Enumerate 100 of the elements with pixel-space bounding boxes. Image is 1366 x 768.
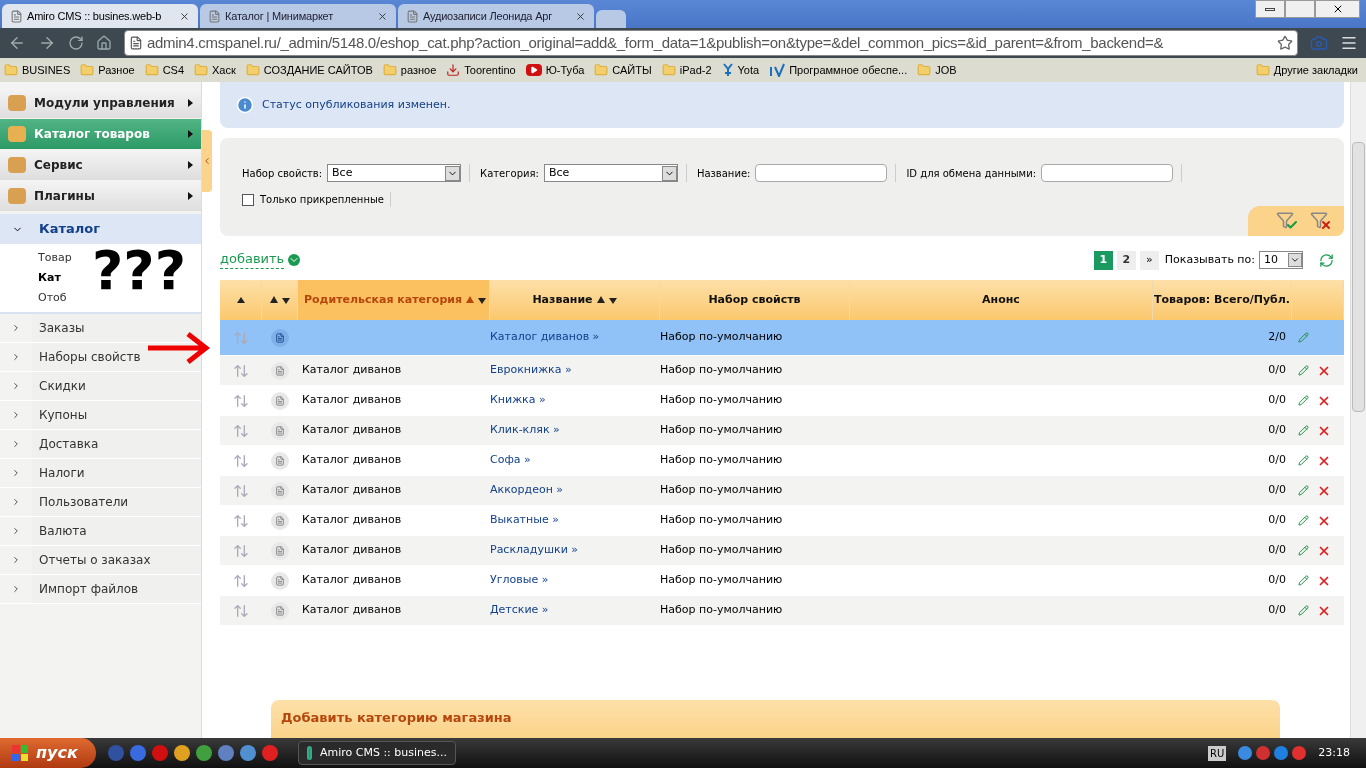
reset-filter-icon[interactable]	[1310, 211, 1332, 231]
forward-icon[interactable]	[38, 34, 56, 52]
document-icon[interactable]	[271, 571, 289, 590]
bookmark[interactable]: Программное обеспе...	[769, 61, 908, 79]
bookmark[interactable]: разное	[382, 61, 437, 79]
scrollbar[interactable]	[1350, 82, 1366, 738]
document-icon[interactable]	[271, 481, 289, 500]
document-icon[interactable]	[271, 421, 289, 440]
browser-tab[interactable]: Аудиозаписи Леонида Арг	[398, 4, 594, 28]
quick-launch-icon[interactable]	[174, 745, 190, 761]
category-link[interactable]: Детские »	[490, 603, 549, 617]
taskbar-button[interactable]: Amiro CMS :: busines...	[298, 741, 456, 765]
table-row[interactable]: Каталог диванов Аккордеон » Набор по-умолчанию 0/0	[220, 476, 1344, 506]
bookmark[interactable]: Ю-Туба	[525, 61, 585, 79]
close-icon[interactable]	[575, 10, 586, 22]
reload-icon[interactable]	[68, 35, 84, 51]
table-row[interactable]: Каталог диванов Детские » Набор по-умолчанию 0/0	[220, 596, 1344, 626]
drag-icon[interactable]	[233, 482, 249, 499]
category-link[interactable]: Аккордеон »	[490, 483, 564, 497]
bookmark[interactable]: СОЗДАНИЕ САЙТОВ	[245, 61, 373, 79]
tray-icon[interactable]	[1274, 746, 1289, 760]
sort-icon[interactable]	[596, 296, 617, 304]
document-icon[interactable]	[271, 361, 289, 380]
document-icon[interactable]	[271, 601, 289, 620]
filter-input[interactable]	[1041, 164, 1173, 182]
drag-icon[interactable]	[233, 392, 249, 409]
edit-icon[interactable]	[1298, 425, 1309, 436]
browser-tab[interactable]: Amiro CMS :: busines.web-b	[2, 4, 198, 28]
drag-icon[interactable]	[233, 602, 249, 619]
edit-icon[interactable]	[1298, 455, 1309, 466]
edit-icon[interactable]	[1298, 485, 1309, 496]
new-tab-button[interactable]	[596, 10, 626, 28]
document-icon[interactable]	[271, 451, 289, 470]
edit-icon[interactable]	[1298, 575, 1309, 586]
address-bar[interactable]: admin4.cmspanel.ru/_admin/5148.0/eshop_cat.php?action_original=add&_form_data=1&publish=on&type=&del_common_pics=&id_parent=&from_backend=&	[124, 30, 1298, 56]
bookmark[interactable]: iPad-2	[661, 61, 712, 79]
table-row[interactable]: Каталог диванов Раскладушки » Набор по-умолчанию 0/0	[220, 536, 1344, 566]
page-button[interactable]: 1	[1093, 250, 1113, 270]
sort-icon[interactable]	[269, 296, 290, 304]
close-button[interactable]	[1315, 0, 1360, 18]
category-link[interactable]: Раскладушки »	[490, 543, 579, 557]
bookmark[interactable]: САЙТЫ	[594, 61, 652, 79]
back-icon[interactable]	[8, 34, 26, 52]
close-icon[interactable]	[179, 10, 190, 22]
category-link[interactable]: Еврокнижка »	[490, 363, 572, 377]
edit-icon[interactable]	[1298, 395, 1309, 406]
document-icon[interactable]	[271, 328, 289, 347]
close-icon[interactable]	[377, 10, 388, 22]
quick-launch-icon[interactable]	[262, 745, 278, 761]
quick-launch-icon[interactable]	[130, 745, 146, 761]
edit-icon[interactable]	[1298, 515, 1309, 526]
bookmark[interactable]: CS4	[144, 61, 185, 79]
quick-launch-icon[interactable]	[240, 745, 256, 761]
quick-launch-icon[interactable]	[218, 745, 234, 761]
table-row[interactable]: Каталог диванов » Набор по-умолчанию 2/0	[220, 320, 1344, 356]
filter-select[interactable]: Все	[327, 164, 462, 182]
bookmark[interactable]: Хаск	[194, 61, 236, 79]
start-button[interactable]: пуск	[0, 738, 96, 768]
collapse-handle[interactable]	[202, 130, 212, 192]
drag-icon[interactable]	[233, 572, 249, 589]
document-icon[interactable]	[271, 541, 289, 560]
drag-icon[interactable]	[233, 512, 249, 529]
edit-icon[interactable]	[1298, 605, 1309, 616]
document-icon[interactable]	[271, 511, 289, 530]
drag-icon[interactable]	[233, 422, 249, 439]
category-link[interactable]: Клик-кляк »	[490, 423, 560, 437]
table-row[interactable]: Каталог диванов Клик-кляк » Набор по-умолчанию 0/0	[220, 416, 1344, 446]
filter-input[interactable]	[755, 164, 888, 182]
bookmark[interactable]: Разное	[80, 61, 135, 79]
bookmark[interactable]: Yota	[721, 61, 760, 79]
category-link[interactable]: Софа »	[490, 453, 531, 467]
page-button[interactable]: 2	[1116, 250, 1136, 270]
quick-launch-icon[interactable]	[196, 745, 212, 761]
bookmark[interactable]: BUSINES	[4, 61, 71, 79]
minimize-button[interactable]	[1255, 0, 1285, 18]
next-page-button[interactable]: »	[1139, 250, 1159, 270]
browser-tab[interactable]: Каталог | Минимаркет	[200, 4, 396, 28]
filter-select[interactable]: Все	[543, 164, 678, 182]
sort-up-icon[interactable]	[236, 297, 245, 303]
edit-icon[interactable]	[1298, 332, 1309, 343]
edit-icon[interactable]	[1298, 545, 1309, 556]
apply-filter-icon[interactable]	[1276, 211, 1298, 231]
drag-icon[interactable]	[233, 452, 249, 469]
tray-icon[interactable]	[1238, 746, 1253, 760]
category-link[interactable]: Книжка »	[490, 393, 546, 407]
section-header[interactable]: Каталог	[0, 214, 201, 244]
dropdown-icon[interactable]	[288, 254, 301, 266]
tray-icon[interactable]	[1256, 746, 1271, 760]
category-link[interactable]: Выкатные »	[490, 513, 559, 527]
sort-icon[interactable]	[466, 296, 487, 304]
edit-icon[interactable]	[1298, 365, 1309, 376]
menu-icon[interactable]	[1340, 34, 1358, 52]
drag-icon[interactable]	[233, 362, 249, 379]
category-link[interactable]: Каталог диванов »	[490, 330, 600, 344]
bookmark[interactable]: JOB	[917, 61, 957, 79]
add-link[interactable]: добавить	[220, 251, 285, 269]
home-icon[interactable]	[96, 35, 112, 51]
quick-launch-icon[interactable]	[152, 745, 168, 761]
checkbox[interactable]	[242, 193, 254, 206]
tray-icon[interactable]	[1292, 746, 1307, 760]
